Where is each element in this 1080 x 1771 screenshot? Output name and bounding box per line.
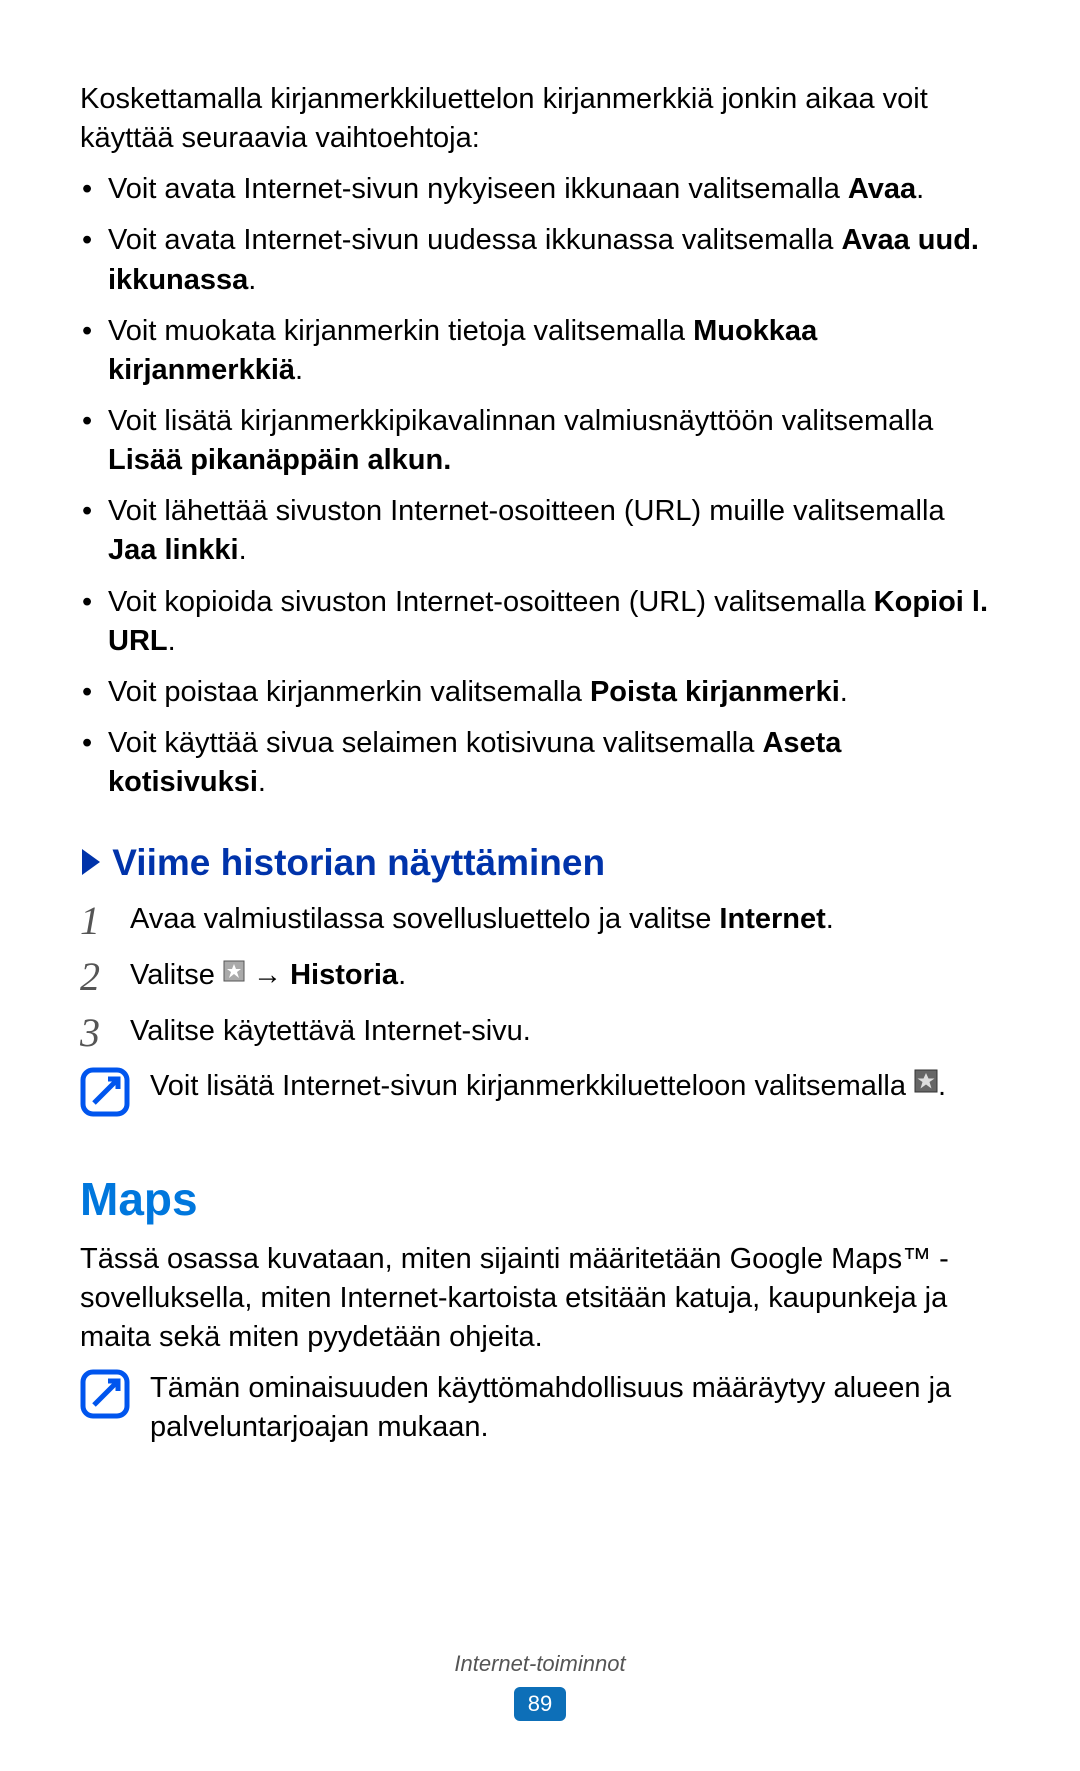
text: Voit kopioida sivuston Internet-osoittee… bbox=[108, 586, 874, 618]
text: . bbox=[398, 959, 406, 991]
text: Voit avata Internet-sivun nykyiseen ikku… bbox=[108, 173, 848, 205]
step-1: Avaa valmiustilassa sovellusluettelo ja … bbox=[80, 900, 1000, 939]
note-icon bbox=[80, 1067, 130, 1117]
note-text: Voit lisätä Internet-sivun kirjanmerkkil… bbox=[150, 1067, 1000, 1107]
list-item: Voit avata Internet-sivun uudessa ikkuna… bbox=[80, 221, 1000, 299]
text: . bbox=[258, 766, 266, 798]
text: . bbox=[826, 903, 834, 935]
options-list: Voit avata Internet-sivun nykyiseen ikku… bbox=[80, 170, 1000, 802]
text: Valitse käytettävä Internet-sivu. bbox=[130, 1015, 531, 1047]
step-3: Valitse käytettävä Internet-sivu. bbox=[80, 1012, 1000, 1051]
subheading-viime-historia: Viime historian näyttäminen bbox=[80, 842, 1000, 886]
list-item: Voit lisätä kirjanmerkkipikavalinnan val… bbox=[80, 402, 1000, 480]
list-item: Voit kopioida sivuston Internet-osoittee… bbox=[80, 583, 1000, 661]
text: Voit lähettää sivuston Internet-osoittee… bbox=[108, 495, 945, 527]
note-box: Voit lisätä Internet-sivun kirjanmerkkil… bbox=[80, 1067, 1000, 1117]
bold: Poista kirjanmerki bbox=[590, 676, 840, 708]
note-box: Tämän ominaisuuden käyttömahdollisuus mä… bbox=[80, 1369, 1000, 1447]
list-item: Voit avata Internet-sivun nykyiseen ikku… bbox=[80, 170, 1000, 209]
list-item: Voit käyttää sivua selaimen kotisivuna v… bbox=[80, 724, 1000, 802]
text: . bbox=[840, 676, 848, 708]
text: Voit avata Internet-sivun uudessa ikkuna… bbox=[108, 224, 841, 256]
intro-paragraph: Koskettamalla kirjanmerkkiluettelon kirj… bbox=[80, 80, 1000, 158]
maps-paragraph: Tässä osassa kuvataan, miten sijainti mä… bbox=[80, 1240, 1000, 1357]
list-item: Voit poistaa kirjanmerkin valitsemalla P… bbox=[80, 673, 1000, 712]
chevron-right-icon bbox=[80, 844, 102, 886]
text: . bbox=[916, 173, 924, 205]
heading-maps: Maps bbox=[80, 1172, 1000, 1226]
text: Valitse bbox=[130, 959, 223, 991]
text: . bbox=[295, 354, 303, 386]
bold: Historia bbox=[290, 959, 398, 991]
text: Voit lisätä kirjanmerkkipikavalinnan val… bbox=[108, 405, 933, 437]
text: . bbox=[938, 1070, 946, 1102]
text: Voit poistaa kirjanmerkin valitsemalla bbox=[108, 676, 590, 708]
text: . bbox=[168, 625, 176, 657]
note-icon bbox=[80, 1369, 130, 1419]
text: Voit lisätä Internet-sivun kirjanmerkkil… bbox=[150, 1070, 914, 1102]
bookmark-icon bbox=[223, 954, 245, 993]
text: Voit muokata kirjanmerkin tietoja valits… bbox=[108, 315, 693, 347]
steps-list: Avaa valmiustilassa sovellusluettelo ja … bbox=[80, 900, 1000, 1050]
text: . bbox=[239, 534, 247, 566]
bold: Internet bbox=[719, 903, 825, 935]
list-item: Voit muokata kirjanmerkin tietoja valits… bbox=[80, 312, 1000, 390]
footer-section-label: Internet-toiminnot bbox=[0, 1651, 1080, 1677]
subheading-text: Viime historian näyttäminen bbox=[112, 842, 605, 883]
bold: Avaa bbox=[848, 173, 916, 205]
star-icon bbox=[914, 1065, 938, 1104]
bold: Jaa linkki bbox=[108, 534, 239, 566]
text: . bbox=[248, 264, 256, 296]
text: Voit käyttää sivua selaimen kotisivuna v… bbox=[108, 727, 762, 759]
page-number-badge: 89 bbox=[514, 1687, 566, 1721]
bold: Lisää pikanäppäin alkun. bbox=[108, 444, 451, 476]
text: Avaa valmiustilassa sovellusluettelo ja … bbox=[130, 903, 719, 935]
step-2: Valitse → Historia. bbox=[80, 956, 1000, 996]
note-text: Tämän ominaisuuden käyttömahdollisuus mä… bbox=[150, 1369, 1000, 1447]
page-footer: Internet-toiminnot 89 bbox=[0, 1651, 1080, 1721]
list-item: Voit lähettää sivuston Internet-osoittee… bbox=[80, 492, 1000, 570]
arrow: → bbox=[253, 959, 290, 991]
